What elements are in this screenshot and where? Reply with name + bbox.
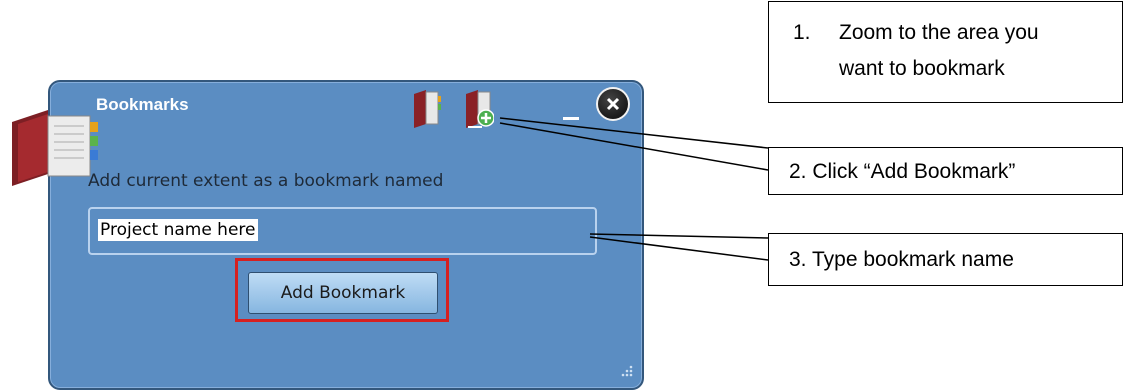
callout-step-1: 1. Zoom to the area you want to bookmark [768,1,1123,103]
step-1-number: 1. [793,21,811,44]
callout-step-3: 3. Type bookmark name [768,233,1123,286]
callout-step-2: 2. Click “Add Bookmark” [768,147,1123,195]
step-1-line-1: Zoom to the area you [839,21,1039,44]
step-1-line-2: want to bookmark [839,57,1005,80]
